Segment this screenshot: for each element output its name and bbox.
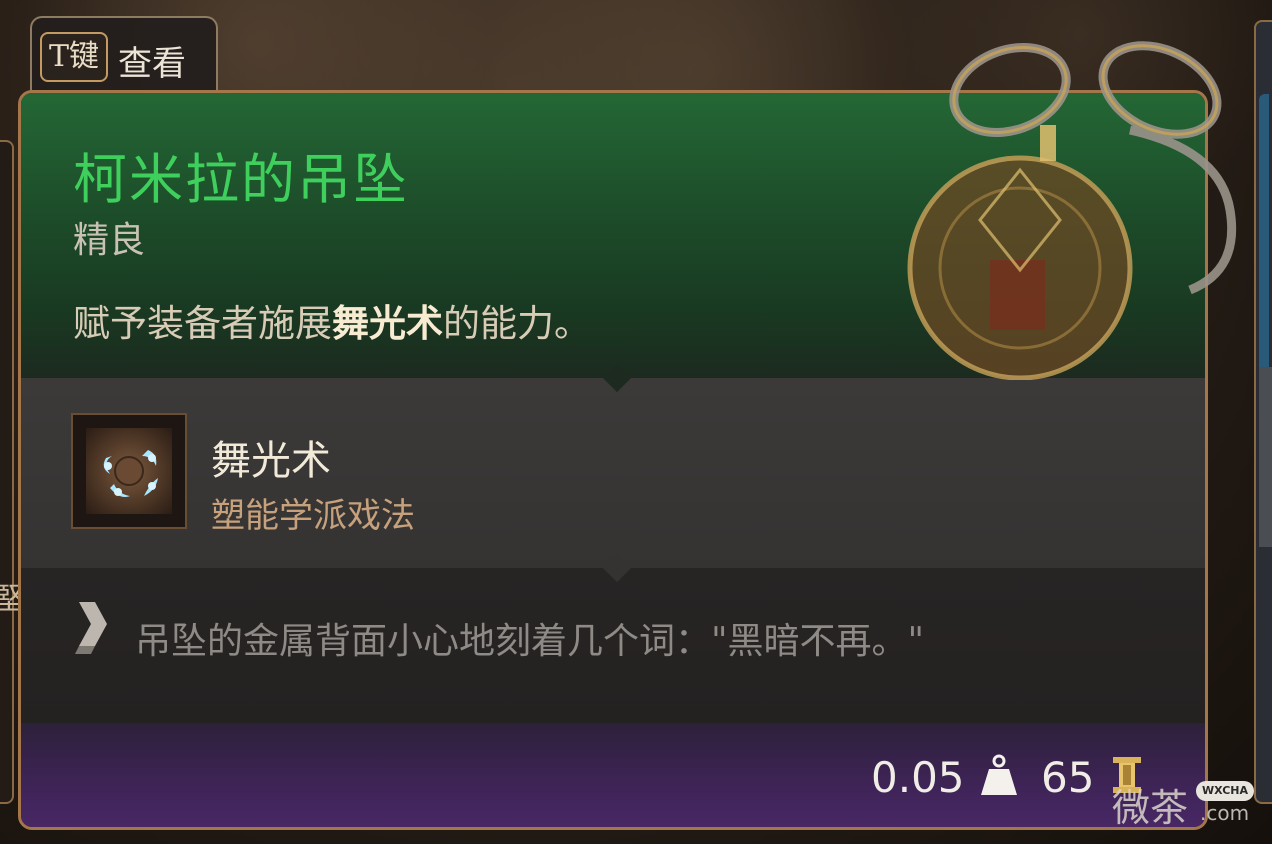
item-footer: 0.05 65 bbox=[21, 723, 1205, 827]
left-side-panel: 堅 bbox=[0, 140, 24, 804]
watermark-badge: WXCHA bbox=[1196, 781, 1254, 801]
item-name: 柯米拉的吊坠 bbox=[73, 148, 409, 211]
item-rarity: 精良 bbox=[73, 220, 146, 261]
spell-name: 舞光术 bbox=[211, 438, 331, 484]
spell-icon-frame bbox=[71, 413, 187, 529]
weight-icon bbox=[981, 754, 1017, 795]
examine-label: 查看 bbox=[118, 44, 186, 84]
dancing-lights-spell-icon bbox=[86, 428, 172, 514]
spell-school: 塑能学派戏法 bbox=[211, 496, 415, 536]
flavor-text: 吊坠的金属背面小心地刻着几个词："黑暗不再。" bbox=[135, 621, 925, 662]
weight-value: 0.05 bbox=[871, 753, 965, 802]
scroll-note-icon bbox=[75, 602, 107, 654]
item-description: 赋予装备者施展舞光术的能力。 bbox=[73, 293, 591, 347]
item-description-after: 的能力。 bbox=[443, 302, 591, 345]
t-key-badge: T键 bbox=[40, 32, 108, 82]
item-description-highlight: 舞光术 bbox=[332, 301, 443, 345]
flavor-section: 吊坠的金属背面小心地刻着几个词："黑暗不再。" bbox=[21, 568, 1205, 723]
item-description-before: 赋予装备者施展 bbox=[73, 302, 332, 345]
price-value: 65 bbox=[1041, 753, 1095, 802]
granted-spell-section[interactable]: 舞光术 塑能学派戏法 bbox=[21, 378, 1205, 568]
watermark-domain: .com bbox=[1200, 801, 1250, 825]
watermark-text: 微茶 bbox=[1112, 786, 1189, 830]
right-panel-gray-strip bbox=[1259, 367, 1272, 547]
pendant-artwork bbox=[907, 41, 1237, 380]
site-watermark: 微茶 WXCHA .com bbox=[1108, 775, 1268, 835]
